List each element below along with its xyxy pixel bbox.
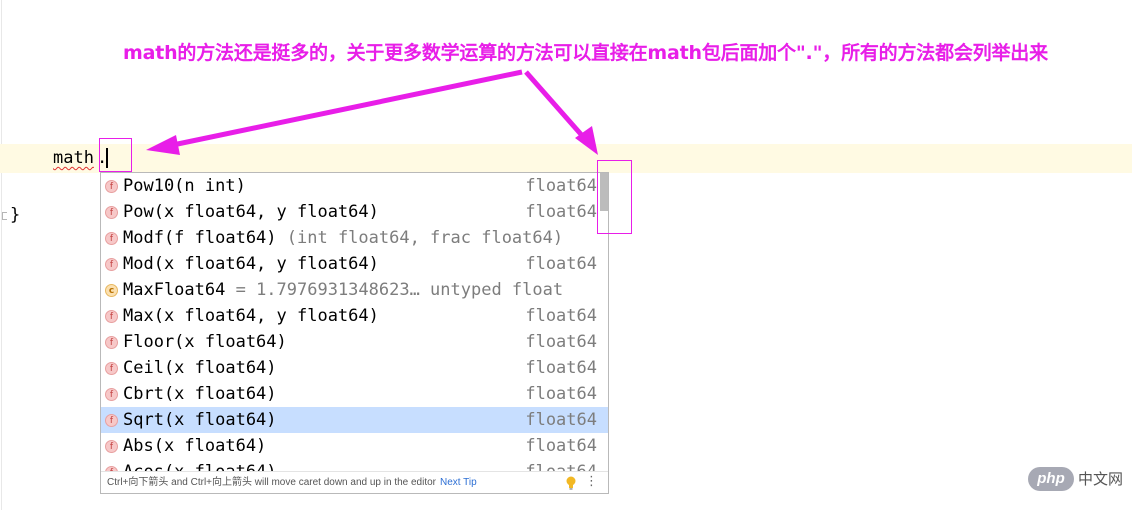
code-identifier[interactable]: math (53, 148, 94, 168)
completion-item-type: float64 (525, 384, 597, 404)
editor-gutter (1, 0, 2, 510)
function-icon: f (105, 440, 118, 453)
lightbulb-icon[interactable] (566, 476, 576, 490)
completion-item-type: float64 (525, 358, 597, 378)
completion-item[interactable]: f Pow(x float64, y float64) float64 (101, 199, 608, 225)
completion-item-signature: Floor(x float64) (123, 329, 287, 355)
completion-item-type: float64 (525, 176, 597, 196)
completion-item-signature: Max(x float64, y float64) (123, 303, 379, 329)
completion-item-signature: MaxFloat64 = 1.7976931348623… untyped fl… (123, 277, 563, 303)
function-icon: f (105, 388, 118, 401)
completion-item-name: Max(x float64, y float64) (123, 306, 379, 326)
completion-footer: Ctrl+向下箭头 and Ctrl+向上箭头 will move caret … (101, 471, 608, 493)
completion-item[interactable]: c MaxFloat64 = 1.7976931348623… untyped f… (101, 277, 608, 303)
function-icon: f (105, 310, 118, 323)
completion-item-signature: Pow(x float64, y float64) (123, 199, 379, 225)
completion-item-signature: Cbrt(x float64) (123, 381, 277, 407)
closing-brace: } (10, 205, 21, 225)
completion-item[interactable]: f Pow10(n int) float64 (101, 173, 608, 199)
completion-item-name: Ceil(x float64) (123, 358, 277, 378)
fold-marker-icon[interactable] (2, 212, 7, 220)
current-line-highlight (0, 144, 1132, 173)
completion-item-signature: Ceil(x float64) (123, 355, 277, 381)
completion-item-name: Cbrt(x float64) (123, 384, 277, 404)
completion-item[interactable]: f Mod(x float64, y float64) float64 (101, 251, 608, 277)
completion-item-name: MaxFloat64 (123, 280, 226, 300)
completion-item-signature: Pow10(n int) (123, 173, 246, 199)
completion-item-type: float64 (525, 332, 597, 352)
php-logo-icon: php (1028, 467, 1074, 491)
completion-list[interactable]: f Pow10(n int) float64 f Pow(x float64, y fl… (101, 173, 608, 473)
more-vertical-icon[interactable]: ⋮ (585, 475, 598, 489)
completion-item-type: float64 (525, 254, 597, 274)
constant-icon: c (105, 284, 118, 297)
completion-item-tail: = 1.7976931348623… untyped float (225, 280, 564, 300)
completion-item-signature: Sqrt(x float64) (123, 407, 277, 433)
function-icon: f (105, 180, 118, 193)
arrow-to-scrollbar (524, 70, 598, 155)
completion-item[interactable]: f Ceil(x float64) float64 (101, 355, 608, 381)
function-icon: f (105, 206, 118, 219)
completion-item[interactable]: f Floor(x float64) float64 (101, 329, 608, 355)
completion-item-name: Mod(x float64, y float64) (123, 254, 379, 274)
function-icon: f (105, 336, 118, 349)
completion-item-signature: Mod(x float64, y float64) (123, 251, 379, 277)
completion-item-signature: Modf(f float64) (int float64, frac float… (123, 225, 563, 251)
php-cn-watermark: php 中文网 (1028, 465, 1128, 493)
completion-item-name: Floor(x float64) (123, 332, 287, 352)
completion-item[interactable]: f Abs(x float64) float64 (101, 433, 608, 459)
next-tip-link[interactable]: Next Tip (440, 477, 477, 488)
completion-item-name: Sqrt(x float64) (123, 410, 277, 430)
arrow-to-dot (146, 69, 523, 155)
footer-hint: Ctrl+向下箭头 and Ctrl+向上箭头 will move caret … (107, 477, 437, 488)
completion-item-type: float64 (525, 410, 597, 430)
completion-item[interactable]: f Max(x float64, y float64) float64 (101, 303, 608, 329)
function-icon: f (105, 258, 118, 271)
completion-item-name: Abs(x float64) (123, 436, 267, 456)
completion-item-type: float64 (525, 306, 597, 326)
math-identifier[interactable]: math (53, 148, 94, 168)
completion-item-tail: (int float64, frac float64) (276, 228, 564, 248)
completion-item[interactable]: f Sqrt(x float64) float64 (101, 407, 608, 433)
completion-item-type: float64 (525, 202, 597, 222)
highlight-box-dot (99, 138, 132, 172)
completion-item-name: Pow(x float64, y float64) (123, 202, 379, 222)
annotation-text: math的方法还是挺多的，关于更多数学运算的方法可以直接在math包后面加个".… (123, 42, 1048, 64)
completion-item[interactable]: f Modf(f float64) (int float64, frac floa… (101, 225, 608, 251)
highlight-box-scrollbar (597, 160, 632, 234)
function-icon: f (105, 414, 118, 427)
completion-item[interactable]: f Cbrt(x float64) float64 (101, 381, 608, 407)
completion-item-name: Pow10(n int) (123, 176, 246, 196)
function-icon: f (105, 362, 118, 375)
watermark-site: 中文网 (1078, 470, 1124, 488)
completion-item-name: Modf(f float64) (123, 228, 277, 248)
function-icon: f (105, 232, 118, 245)
completion-popup[interactable]: f Pow10(n int) float64 f Pow(x float64, y fl… (100, 172, 609, 494)
completion-item-signature: Abs(x float64) (123, 433, 266, 459)
completion-item-type: float64 (525, 436, 597, 456)
